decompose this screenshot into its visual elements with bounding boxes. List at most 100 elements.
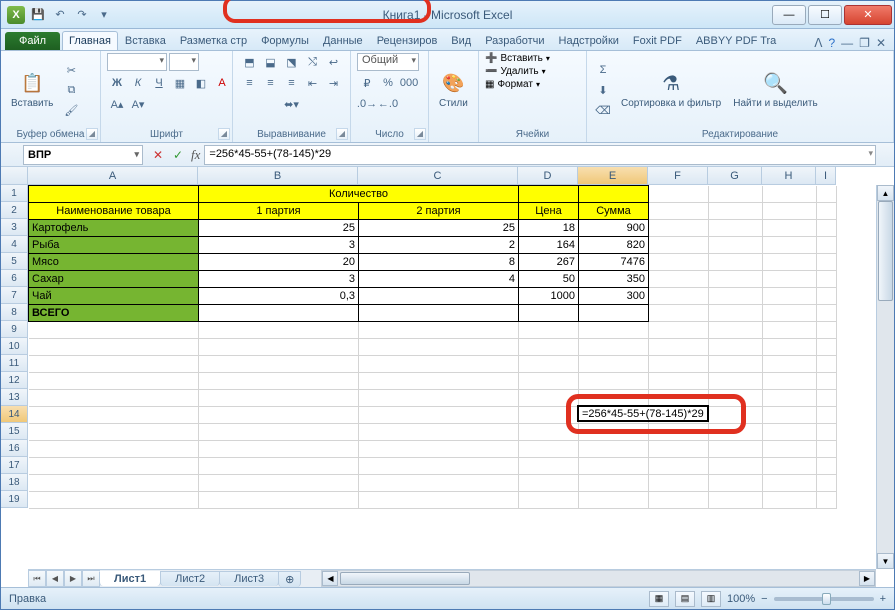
currency-icon[interactable]: ₽ — [357, 74, 377, 92]
tab-home[interactable]: Главная — [62, 31, 118, 50]
col-header-I[interactable]: I — [816, 167, 836, 185]
formula-bar[interactable]: =256*45-55+(78-145)*29 ▾ — [204, 145, 876, 165]
increase-indent-icon[interactable]: ⇥ — [324, 74, 344, 92]
col-header-H[interactable]: H — [762, 167, 816, 185]
vertical-thumb[interactable] — [878, 201, 893, 301]
row-header-15[interactable]: 15 — [1, 423, 28, 440]
row-header-19[interactable]: 19 — [1, 491, 28, 508]
tab-abbyy[interactable]: ABBYY PDF Tra — [689, 31, 784, 50]
increase-font-icon[interactable]: A▴ — [107, 95, 127, 113]
row-header-12[interactable]: 12 — [1, 372, 28, 389]
active-cell-editor[interactable]: =256*45-55+(78-145)*29 — [577, 405, 709, 422]
font-family-combo[interactable] — [107, 53, 167, 71]
column-headers[interactable]: ABCDEFGHI — [28, 167, 876, 185]
close-button[interactable]: ✕ — [844, 5, 892, 25]
zoom-level[interactable]: 100% — [727, 593, 755, 605]
underline-button[interactable]: Ч — [149, 74, 169, 92]
sheet-tab-3[interactable]: Лист3 — [219, 571, 279, 586]
orientation-icon[interactable]: ⤭ — [303, 53, 323, 71]
border-icon[interactable]: ▦ — [170, 74, 190, 92]
row-header-9[interactable]: 9 — [1, 321, 28, 338]
cancel-formula-icon[interactable]: ✕ — [149, 146, 167, 164]
col-header-D[interactable]: D — [518, 167, 578, 185]
fx-icon[interactable]: fx — [191, 147, 200, 163]
doc-close-icon[interactable]: ✕ — [876, 36, 886, 50]
row-header-4[interactable]: 4 — [1, 236, 28, 253]
wrap-text-icon[interactable]: ↩ — [324, 53, 344, 71]
font-size-combo[interactable] — [169, 53, 199, 71]
row-header-2[interactable]: 2 — [1, 202, 28, 219]
row-header-18[interactable]: 18 — [1, 474, 28, 491]
increase-decimal-icon[interactable]: .0→ — [357, 95, 377, 113]
page-break-view-icon[interactable]: ▥ — [701, 591, 721, 607]
zoom-slider[interactable] — [774, 597, 874, 601]
row-header-13[interactable]: 13 — [1, 389, 28, 406]
row-header-11[interactable]: 11 — [1, 355, 28, 372]
help-icon[interactable]: ? — [828, 36, 835, 50]
row-header-5[interactable]: 5 — [1, 253, 28, 270]
row-headers[interactable]: 12345678910111213141516171819 — [1, 185, 28, 569]
copy-icon[interactable]: ⧉ — [61, 81, 81, 99]
tab-formulas[interactable]: Формулы — [254, 31, 316, 50]
bold-button[interactable]: Ж — [107, 74, 127, 92]
zoom-out-icon[interactable]: − — [761, 593, 767, 605]
row-header-10[interactable]: 10 — [1, 338, 28, 355]
number-format-combo[interactable]: Общий — [357, 53, 419, 71]
row-header-3[interactable]: 3 — [1, 219, 28, 236]
row-header-17[interactable]: 17 — [1, 457, 28, 474]
scroll-down-icon[interactable]: ▼ — [877, 553, 894, 569]
format-painter-icon[interactable]: 🖌 — [61, 101, 81, 119]
col-header-G[interactable]: G — [708, 167, 762, 185]
undo-icon[interactable]: ↶ — [51, 6, 69, 24]
tab-insert[interactable]: Вставка — [118, 31, 173, 50]
zoom-thumb[interactable] — [822, 593, 831, 605]
minimize-ribbon-icon[interactable]: ᐱ — [814, 36, 822, 50]
scroll-right-icon[interactable]: ▶ — [859, 571, 875, 586]
tab-addins[interactable]: Надстройки — [552, 31, 626, 50]
minimize-button[interactable]: — — [772, 5, 806, 25]
paste-button[interactable]: 📋 Вставить — [7, 70, 57, 111]
col-header-C[interactable]: C — [358, 167, 518, 185]
sort-filter-button[interactable]: ⚗ Сортировка и фильтр — [617, 70, 725, 111]
scroll-left-icon[interactable]: ◀ — [322, 571, 338, 586]
clipboard-launcher-icon[interactable]: ◢ — [86, 128, 98, 140]
row-header-14[interactable]: 14 — [1, 406, 28, 423]
align-middle-icon[interactable]: ⬓ — [261, 53, 281, 71]
col-header-A[interactable]: A — [28, 167, 198, 185]
fill-icon[interactable]: ⬇ — [593, 81, 613, 99]
sheet-tab-1[interactable]: Лист1 — [99, 571, 161, 586]
format-cells-button[interactable]: ▦Формат▾ — [485, 79, 540, 90]
select-all-corner[interactable] — [1, 167, 28, 185]
enter-formula-icon[interactable]: ✓ — [169, 146, 187, 164]
cells-area[interactable]: КоличествоНаименование товара1 партия2 п… — [28, 185, 876, 569]
new-sheet-icon[interactable]: ⊕ — [278, 571, 301, 587]
doc-restore-icon[interactable]: ❐ — [859, 36, 870, 50]
align-top-icon[interactable]: ⬒ — [240, 53, 260, 71]
prev-sheet-icon[interactable]: ◀ — [46, 570, 64, 587]
maximize-button[interactable]: ☐ — [808, 5, 842, 25]
first-sheet-icon[interactable]: ⏮ — [28, 570, 46, 587]
font-color-icon[interactable]: A — [212, 74, 232, 92]
qat-dropdown-icon[interactable]: ▾ — [95, 6, 113, 24]
align-launcher-icon[interactable]: ◢ — [336, 128, 348, 140]
autosum-icon[interactable]: Σ — [593, 61, 613, 79]
sheet-tab-2[interactable]: Лист2 — [160, 571, 220, 586]
align-right-icon[interactable]: ≡ — [282, 74, 302, 92]
vertical-scrollbar[interactable]: ▲ ▼ — [876, 185, 894, 569]
decrease-decimal-icon[interactable]: ←.0 — [378, 95, 398, 113]
italic-button[interactable]: К — [128, 74, 148, 92]
col-header-F[interactable]: F — [648, 167, 708, 185]
col-header-E[interactable]: E — [578, 167, 648, 185]
page-layout-view-icon[interactable]: ▤ — [675, 591, 695, 607]
row-header-1[interactable]: 1 — [1, 185, 28, 202]
row-header-7[interactable]: 7 — [1, 287, 28, 304]
tab-developer[interactable]: Разработчи — [478, 31, 551, 50]
comma-icon[interactable]: 000 — [399, 74, 419, 92]
zoom-in-icon[interactable]: + — [880, 593, 886, 605]
delete-cells-button[interactable]: ➖Удалить▾ — [485, 66, 546, 77]
align-left-icon[interactable]: ≡ — [240, 74, 260, 92]
row-header-6[interactable]: 6 — [1, 270, 28, 287]
name-box[interactable]: ВПР — [23, 145, 143, 165]
next-sheet-icon[interactable]: ▶ — [64, 570, 82, 587]
align-bottom-icon[interactable]: ⬔ — [282, 53, 302, 71]
